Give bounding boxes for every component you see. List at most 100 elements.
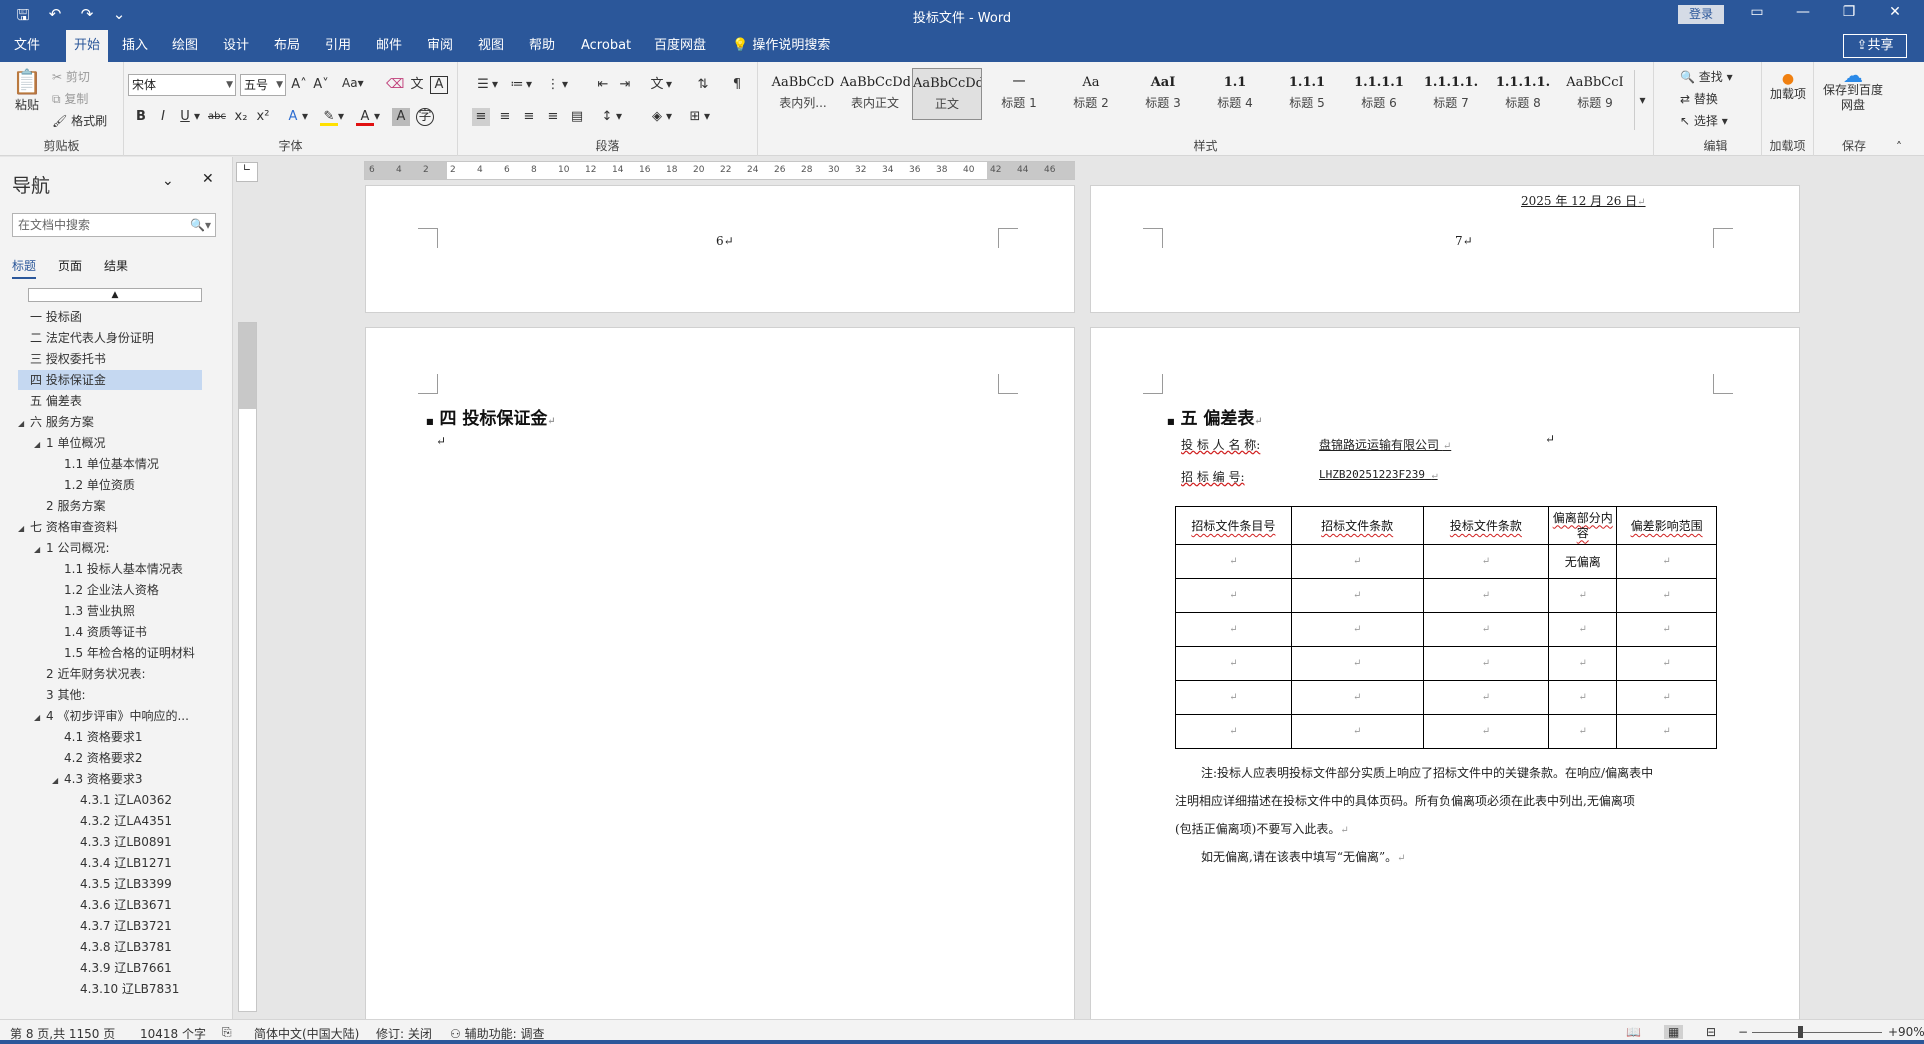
table-cell[interactable]: ↵ bbox=[1616, 612, 1717, 647]
zoom-level[interactable]: 90% bbox=[1898, 1025, 1924, 1039]
clear-format-button[interactable]: ⌫ bbox=[386, 76, 404, 94]
style-heading-3[interactable]: AaI 标题 3 bbox=[1128, 68, 1198, 120]
table-header-cell[interactable]: 偏离部分内容 bbox=[1548, 506, 1618, 545]
table-cell[interactable]: ↵ bbox=[1422, 544, 1550, 579]
decrease-indent-button[interactable]: ⇤ bbox=[594, 76, 612, 94]
table-cell[interactable]: 无偏离 bbox=[1548, 544, 1618, 579]
tab-selector[interactable]: ∟ bbox=[236, 162, 258, 182]
vertical-ruler[interactable] bbox=[238, 322, 257, 1012]
table-cell[interactable]: ↵ bbox=[1290, 612, 1424, 647]
proofing-icon[interactable]: ⎘ bbox=[222, 1025, 232, 1040]
nav-heading-item[interactable]: 1.1 投标人基本情况表 bbox=[52, 559, 183, 579]
styles-more-button[interactable]: ▾ bbox=[1634, 70, 1650, 130]
justify-button[interactable]: ≡ bbox=[544, 108, 562, 126]
ribbon-display-icon[interactable]: ▭ bbox=[1742, 4, 1772, 20]
table-cell[interactable]: ↵ bbox=[1175, 714, 1292, 749]
nav-heading-item[interactable]: 四 投标保证金 bbox=[18, 370, 202, 390]
nav-heading-item[interactable]: 3 其他: bbox=[34, 685, 86, 705]
italic-button[interactable]: I bbox=[154, 108, 172, 126]
nav-heading-item[interactable]: 4.3.10 辽LB7831 bbox=[68, 979, 179, 999]
multilevel-list-button[interactable]: ⋮ ▾ bbox=[544, 76, 569, 94]
char-border-button[interactable]: A bbox=[430, 76, 448, 94]
share-button[interactable]: ⇪共享 bbox=[1843, 34, 1907, 58]
tab-draw[interactable]: 绘图 bbox=[168, 30, 202, 62]
table-header-cell[interactable]: 偏差影响范围 bbox=[1616, 506, 1717, 545]
minimize-icon[interactable]: — bbox=[1788, 4, 1818, 20]
page-6[interactable]: 6↵ bbox=[365, 185, 1075, 313]
style-normal[interactable]: AaBbCcDdI 正文 bbox=[912, 68, 982, 120]
nav-heading-item[interactable]: ◢ 4 《初步评审》中响应的... bbox=[34, 706, 189, 726]
nav-heading-item[interactable]: 4.3.2 辽LA4351 bbox=[68, 811, 172, 831]
table-cell[interactable]: ↵ bbox=[1290, 646, 1424, 681]
tab-references[interactable]: 引用 bbox=[321, 30, 355, 62]
nav-tab-pages[interactable]: 页面 bbox=[58, 257, 82, 279]
sort-button[interactable]: ⇅ bbox=[694, 76, 712, 94]
enclose-char-button[interactable]: 字 bbox=[416, 108, 434, 126]
search-icon[interactable]: 🔍▾ bbox=[190, 214, 211, 236]
replace-button[interactable]: ⇄ 替换 bbox=[1680, 90, 1718, 107]
page-7[interactable]: 2025 年 12 月 26 日↵ 7↵ bbox=[1090, 185, 1800, 313]
underline-button[interactable]: U ▾ bbox=[176, 108, 200, 126]
chevron-down-icon[interactable]: ⌄ bbox=[162, 173, 174, 189]
document-area[interactable]: 6↵ 2025 年 12 月 26 日↵ 7↵ ■ 四 投标保证金↵ ↵ ■ 五… bbox=[258, 185, 1924, 1019]
table-cell[interactable]: ↵ bbox=[1290, 544, 1424, 579]
show-marks-button[interactable]: ¶ bbox=[728, 76, 746, 94]
copy-button[interactable]: ⧉ 复制 bbox=[52, 90, 88, 107]
align-center-button[interactable]: ≡ bbox=[496, 108, 514, 126]
table-cell[interactable]: ↵ bbox=[1616, 714, 1717, 749]
nav-heading-item[interactable]: 4.2 资格要求2 bbox=[52, 748, 143, 768]
nav-heading-item[interactable]: 二 法定代表人身份证明 bbox=[18, 328, 154, 348]
table-cell[interactable]: ↵ bbox=[1616, 544, 1717, 579]
table-cell[interactable]: ↵ bbox=[1548, 680, 1618, 715]
table-header-cell[interactable]: 招标文件条款 bbox=[1290, 506, 1424, 545]
increase-indent-button[interactable]: ⇥ bbox=[616, 76, 634, 94]
nav-heading-item[interactable]: 4.3.6 辽LB3671 bbox=[68, 895, 172, 915]
close-icon[interactable]: ✕ bbox=[1880, 4, 1910, 20]
deviation-table[interactable]: 招标文件条目号 招标文件条款 投标文件条款 偏离部分内容 偏差影响范围 ↵ ↵ … bbox=[1175, 506, 1717, 749]
style-heading-5[interactable]: 1.1.1 标题 5 bbox=[1272, 68, 1342, 120]
table-cell[interactable]: ↵ bbox=[1175, 646, 1292, 681]
nav-heading-item[interactable]: 4.3.1 辽LA0362 bbox=[68, 790, 172, 810]
bullets-button[interactable]: ☰ ▾ bbox=[474, 76, 498, 94]
login-button[interactable]: 登录 bbox=[1678, 5, 1724, 24]
table-cell[interactable]: ↵ bbox=[1548, 578, 1618, 613]
numbering-button[interactable]: ≔ ▾ bbox=[508, 76, 533, 94]
bold-button[interactable]: B bbox=[132, 108, 150, 126]
nav-heading-item[interactable]: 4.1 资格要求1 bbox=[52, 727, 143, 747]
table-cell[interactable]: ↵ bbox=[1422, 646, 1550, 681]
tab-design[interactable]: 设计 bbox=[219, 30, 253, 62]
nav-heading-item[interactable]: 三 授权委托书 bbox=[18, 349, 106, 369]
nav-heading-item[interactable]: ◢ 4.3 资格要求3 bbox=[52, 769, 143, 789]
change-case-button[interactable]: Aa▾ bbox=[342, 76, 364, 90]
nav-tab-results[interactable]: 结果 bbox=[104, 257, 128, 279]
tell-me-search[interactable]: 💡 操作说明搜索 bbox=[728, 30, 834, 62]
nav-heading-item[interactable]: 4.3.9 辽LB7661 bbox=[68, 958, 172, 978]
tab-insert[interactable]: 插入 bbox=[118, 30, 152, 62]
table-cell[interactable]: ↵ bbox=[1175, 578, 1292, 613]
style-heading-6[interactable]: 1.1.1.1 标题 6 bbox=[1344, 68, 1414, 120]
nav-heading-item[interactable]: ◢ 1 公司概况: bbox=[34, 538, 110, 558]
tab-layout[interactable]: 布局 bbox=[270, 30, 304, 62]
format-painter-button[interactable]: 🖌 格式刷 bbox=[52, 112, 107, 129]
addin-button[interactable]: ● 加载项 bbox=[1768, 72, 1808, 102]
print-layout-icon[interactable]: ▦ bbox=[1664, 1025, 1684, 1039]
nav-heading-item[interactable]: 五 偏差表 bbox=[18, 391, 82, 411]
expand-triangle-icon[interactable]: ◢ bbox=[34, 540, 46, 560]
nav-heading-item[interactable]: 1.2 单位资质 bbox=[52, 475, 135, 495]
style-heading-8[interactable]: 1.1.1.1. 标题 8 bbox=[1488, 68, 1558, 120]
table-cell[interactable]: ↵ bbox=[1175, 544, 1292, 579]
font-name-combo[interactable]: 宋体 ▼ bbox=[128, 74, 236, 96]
zoom-in-icon[interactable]: + bbox=[1888, 1025, 1898, 1039]
nav-heading-item[interactable]: 1.1 单位基本情况 bbox=[52, 454, 159, 474]
read-mode-icon[interactable]: 📖 bbox=[1626, 1025, 1641, 1039]
distributed-button[interactable]: ▤ bbox=[568, 108, 586, 126]
style-table-column[interactable]: AaBbCcD 表内列... bbox=[768, 68, 838, 120]
table-cell[interactable]: ↵ bbox=[1290, 578, 1424, 613]
nav-heading-item[interactable]: 1.4 资质等证书 bbox=[52, 622, 147, 642]
phonetic-guide-button[interactable]: 文 bbox=[408, 76, 426, 94]
table-header-cell[interactable]: 投标文件条款 bbox=[1422, 506, 1550, 545]
nav-heading-item[interactable]: 1.2 企业法人资格 bbox=[52, 580, 159, 600]
zoom-slider[interactable] bbox=[1752, 1032, 1882, 1033]
tab-acrobat[interactable]: Acrobat bbox=[577, 30, 635, 62]
tab-home[interactable]: 开始 bbox=[66, 30, 109, 62]
